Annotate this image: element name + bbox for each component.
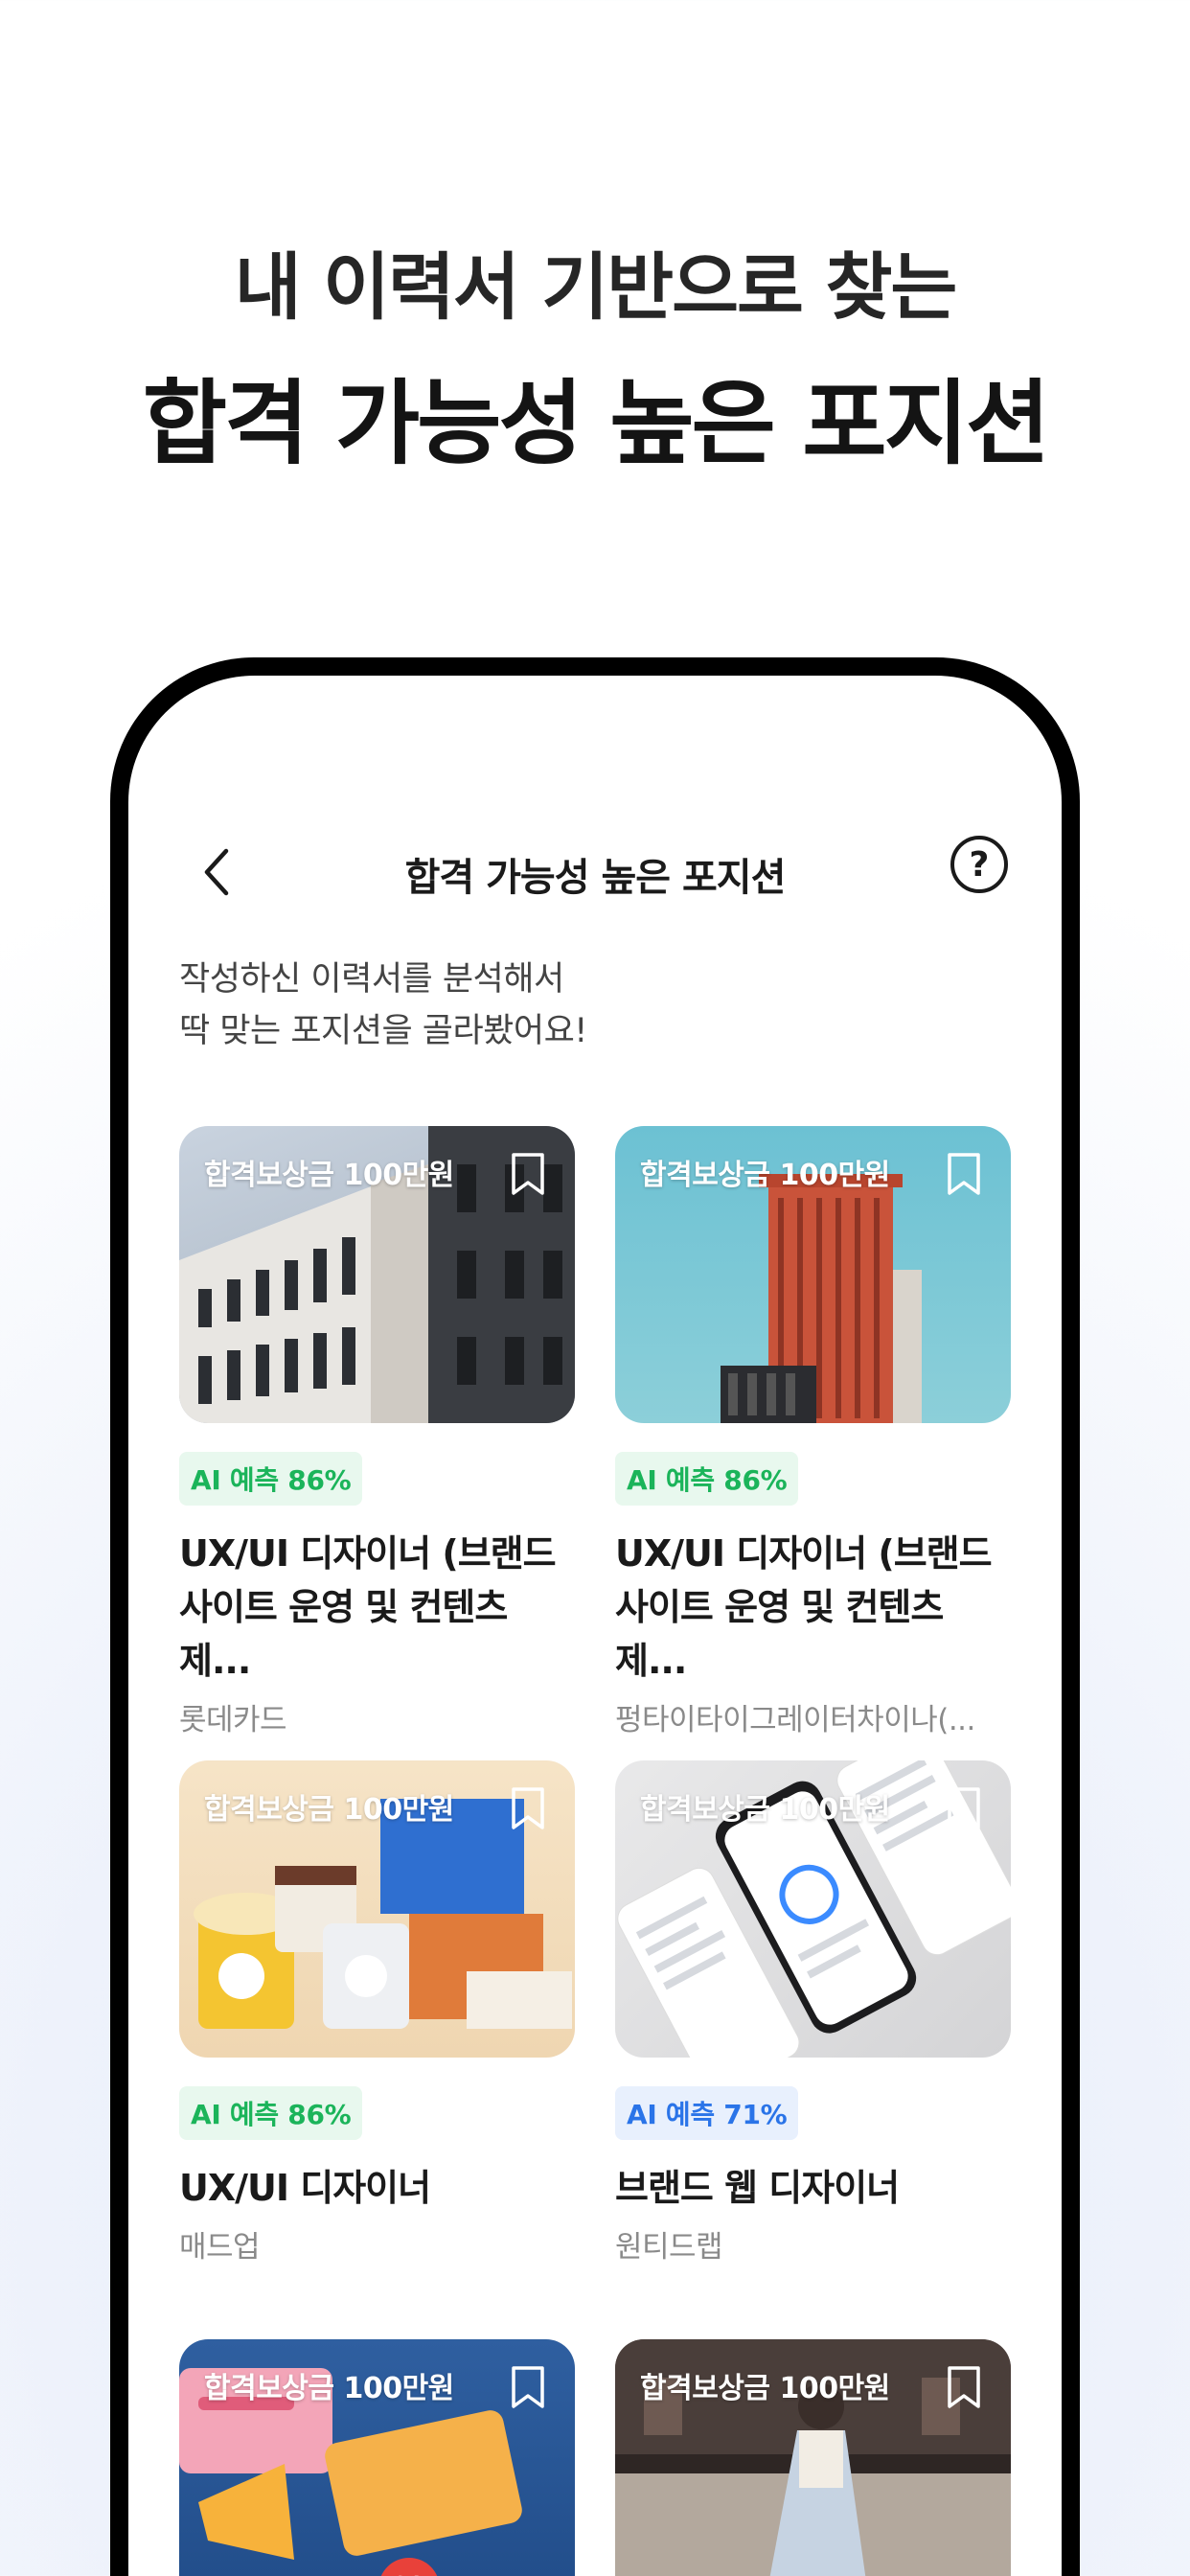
ai-prediction-badge: AI 예측 86%: [615, 1452, 799, 1506]
reward-tag: 합격보상금 100만원: [640, 1793, 890, 1827]
job-thumbnail: 합격보상금 100만원: [179, 1760, 575, 2058]
reward-tag: 합격보상금 100만원: [204, 1159, 454, 1192]
job-card[interactable]: 합격보상금 100만원 AI 예측 86% UX/UI 디자이너 매드업: [179, 1760, 575, 2266]
job-title: UX/UI 디자이너 (브랜드 사이트 운영 및 컨텐츠 제...: [615, 1532, 993, 1682]
job-thumbnail: 합격보상금 100만원: [179, 1126, 575, 1423]
ai-prediction-badge: AI 예측 86%: [179, 1452, 363, 1506]
job-card[interactable]: % 합격보상금 100만원: [179, 2339, 575, 2576]
help-button[interactable]: ?: [950, 836, 1008, 893]
job-thumbnail: 합격보상금 100만원: [615, 1760, 1011, 2058]
ai-prediction-badge: AI 예측 71%: [615, 2086, 799, 2140]
bookmark-icon[interactable]: [510, 1785, 546, 1831]
intro-text: 작성하신 이력서를 분석해서 딱 맞는 포지션을 골라봤어요!: [179, 954, 850, 1057]
question-circle-icon: ?: [969, 844, 990, 885]
bookmark-icon[interactable]: [510, 2364, 546, 2410]
job-title: UX/UI 디자이너: [179, 2167, 431, 2209]
job-card[interactable]: 합격보상금 100만원: [615, 2339, 1011, 2576]
phone-frame: 합격 가능성 높은 포지션 ? 작성하신 이력서를 분석해서 딱 맞는 포지션을…: [110, 657, 1080, 2576]
job-title: 브랜드 웹 디자이너: [615, 2167, 900, 2209]
phone-screen: 합격 가능성 높은 포지션 ? 작성하신 이력서를 분석해서 딱 맞는 포지션을…: [128, 676, 1062, 2576]
reward-tag: 합격보상금 100만원: [640, 1159, 890, 1192]
company-name: 펑타이타이그레이터차이나(...: [615, 1703, 975, 1737]
svg-text:%: %: [393, 2570, 425, 2576]
headline-line1: 내 이력서 기반으로 찾는: [234, 244, 958, 330]
reward-tag: 합격보상금 100만원: [204, 1793, 454, 1827]
intro-line1: 작성하신 이력서를 분석해서: [179, 960, 564, 999]
bookmark-icon[interactable]: [946, 1151, 982, 1197]
job-card[interactable]: 합격보상금 100만원 AI 예측 86% UX/UI 디자이너 (브랜드 사이…: [615, 1126, 1011, 1738]
reward-tag: 합격보상금 100만원: [640, 2372, 890, 2405]
job-card[interactable]: 합격보상금 100만원 AI 예측 71% 브랜드 웹 디자이너 원티드랩: [615, 1760, 1011, 2266]
job-thumbnail: % 합격보상금 100만원: [179, 2339, 575, 2576]
company-name: 롯데카드: [179, 1703, 287, 1737]
company-name: 원티드랩: [615, 2230, 723, 2265]
job-thumbnail: 합격보상금 100만원: [615, 2339, 1011, 2576]
headline-line2: 합격 가능성 높은 포지션: [142, 370, 1050, 477]
intro-line2: 딱 맞는 포지션을 골라봤어요!: [179, 1012, 587, 1050]
ai-prediction-badge: AI 예측 86%: [179, 2086, 363, 2140]
bookmark-icon[interactable]: [510, 1151, 546, 1197]
job-title: UX/UI 디자이너 (브랜드 사이트 운영 및 컨텐츠 제...: [179, 1532, 557, 1682]
company-name: 매드업: [179, 2230, 261, 2265]
job-card[interactable]: 합격보상금 100만원 AI 예측 86% UX/UI 디자이너 (브랜드 사이…: [179, 1126, 575, 1738]
bookmark-icon[interactable]: [946, 2364, 982, 2410]
job-thumbnail: 합격보상금 100만원: [615, 1126, 1011, 1423]
bookmark-icon[interactable]: [946, 1785, 982, 1831]
reward-tag: 합격보상금 100만원: [204, 2372, 454, 2405]
page-title: 합격 가능성 높은 포지션: [404, 856, 787, 900]
